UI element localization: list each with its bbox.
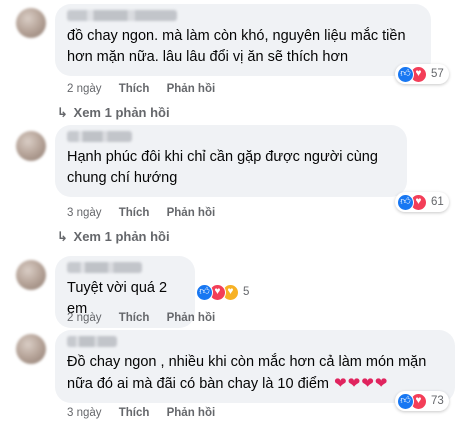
like-icon: 👍︎ (397, 65, 414, 83)
comment-bubble: đồ chay ngon. mà làm còn khó, nguyên liệ… (55, 4, 431, 76)
reaction-count: 5 (243, 286, 250, 298)
reply-arrow-icon: ↳ (57, 105, 68, 120)
view-replies-label: Xem 1 phản hồi (73, 229, 170, 244)
heart-emoji-icon: ❤ (374, 375, 388, 392)
view-replies-label: Xem 1 phản hồi (73, 105, 170, 120)
comment-text: Hạnh phúc đôi khi chỉ cần gặp được người… (67, 149, 378, 186)
like-button[interactable]: Thích (119, 312, 150, 324)
reply-button[interactable]: Phản hồi (167, 407, 216, 419)
like-icon: 👍︎ (397, 392, 414, 410)
heart-emoji-icon: ❤ (334, 375, 347, 392)
commenter-name-redacted[interactable] (67, 262, 142, 273)
avatar[interactable] (16, 334, 46, 364)
reply-arrow-icon: ↳ (57, 229, 68, 244)
commenter-name-redacted[interactable] (67, 131, 132, 142)
reaction-summary[interactable]: 👍︎ ♥ 57 (395, 64, 449, 84)
reaction-count: 73 (431, 395, 444, 407)
comment-text: Đồ chay ngon , nhiều khi còn mắc hơn cả … (67, 352, 443, 395)
comment-time[interactable]: 3 ngày (67, 407, 102, 419)
commenter-name-redacted[interactable] (67, 336, 117, 347)
reply-button[interactable]: Phản hồi (167, 83, 216, 95)
like-icon: 👍︎ (397, 193, 414, 211)
like-button[interactable]: Thích (119, 83, 150, 95)
reply-button[interactable]: Phản hồi (167, 207, 216, 219)
like-icon: 👍︎ (196, 283, 213, 301)
view-replies-link[interactable]: ↳ Xem 1 phản hồi (57, 105, 170, 121)
comment-actions: 2 ngày Thích Phản hồi (67, 312, 229, 324)
view-replies-link[interactable]: ↳ Xem 1 phản hồi (57, 229, 170, 245)
avatar[interactable] (16, 8, 46, 38)
avatar[interactable] (16, 260, 46, 290)
comment-bubble: Đồ chay ngon , nhiều khi còn mắc hơn cả … (55, 330, 455, 403)
comment-time[interactable]: 2 ngày (67, 83, 102, 95)
comment-actions: 3 ngày Thích Phản hồi (67, 207, 229, 219)
reaction-summary[interactable]: 👍︎ ♥ 73 (395, 391, 449, 411)
reply-button[interactable]: Phản hồi (167, 312, 216, 324)
comment-actions: 2 ngày Thích Phản hồi (67, 83, 229, 95)
comment-time[interactable]: 3 ngày (67, 207, 102, 219)
like-button[interactable]: Thích (119, 407, 150, 419)
comment-actions: 3 ngày Thích Phản hồi (67, 407, 229, 419)
heart-emoji-icon: ❤ (361, 375, 374, 392)
reaction-count: 57 (431, 68, 444, 80)
comment-text: đồ chay ngon. mà làm còn khó, nguyên liệ… (67, 28, 406, 65)
like-button[interactable]: Thích (119, 207, 150, 219)
comment-time[interactable]: 2 ngày (67, 312, 102, 324)
heart-emoji-icon: ❤ (347, 375, 361, 392)
reaction-summary[interactable]: 👍︎ ♥ 61 (395, 192, 449, 212)
comment-bubble: Hạnh phúc đôi khi chỉ cần gặp được người… (55, 125, 407, 197)
reaction-count: 61 (431, 196, 444, 208)
commenter-name-redacted[interactable] (67, 10, 177, 21)
reaction-summary[interactable]: 👍︎ ♥ ♥ 5 (196, 282, 249, 302)
avatar[interactable] (16, 131, 46, 161)
